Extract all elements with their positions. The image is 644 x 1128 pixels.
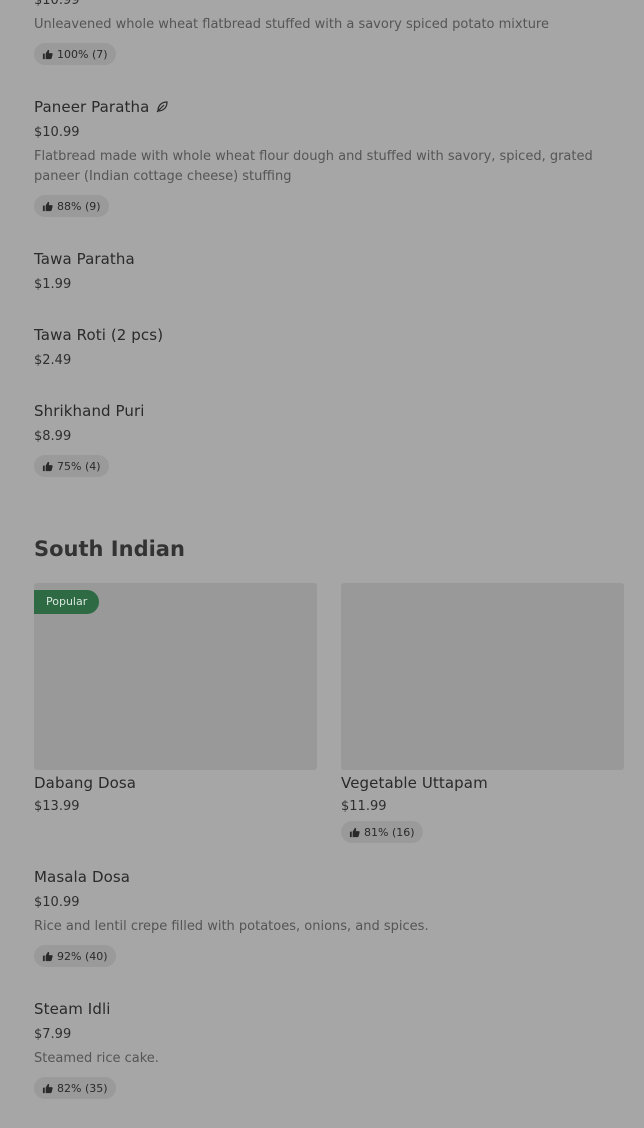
item-description: Flatbread made with whole wheat flour do…: [34, 149, 593, 164]
card-price: $13.99: [34, 799, 80, 814]
menu-item-tawa-paratha[interactable]: Tawa Paratha: [34, 250, 135, 268]
rating-badge: 75% (4): [34, 455, 109, 477]
menu-item-steam-idli[interactable]: Steam Idli: [34, 1000, 110, 1018]
item-description: Rice and lentil crepe filled with potato…: [34, 919, 429, 934]
rating-text: 81% (16): [364, 825, 415, 839]
thumbs-up-icon: [42, 461, 53, 471]
rating-badge: 88% (9): [34, 195, 109, 217]
rating-badge: 82% (35): [34, 1077, 116, 1099]
item-price: $2.49: [34, 353, 72, 368]
thumbs-up-icon: [42, 201, 53, 211]
rating-text: 92% (40): [57, 949, 108, 963]
rating-text: 88% (9): [57, 199, 101, 213]
popular-badge: Popular: [34, 590, 100, 614]
menu-item-shrikhand-puri[interactable]: Shrikhand Puri: [34, 402, 145, 420]
item-price: $10.99: [34, 0, 80, 8]
item-description: Steamed rice cake.: [34, 1051, 159, 1066]
item-price: $8.99: [34, 429, 72, 444]
rating-text: 75% (4): [57, 459, 101, 473]
item-price: $1.99: [34, 277, 72, 292]
item-price: $10.99: [34, 125, 80, 140]
item-price: $10.99: [34, 895, 80, 910]
rating-text: 100% (7): [57, 47, 108, 61]
item-description: paneer (Indian cottage cheese) stuffing: [34, 169, 292, 184]
thumbs-up-icon: [42, 1083, 53, 1093]
section-title: South Indian: [34, 537, 185, 561]
menu-item-paneer-paratha[interactable]: Paneer Paratha: [34, 97, 169, 116]
card-title[interactable]: Dabang Dosa: [34, 774, 136, 792]
card-price: $11.99: [341, 799, 387, 814]
rating-badge: 81% (16): [341, 821, 423, 843]
menu-page: $10.99 Unleavened whole wheat flatbread …: [0, 0, 644, 1128]
item-price: $7.99: [34, 1027, 72, 1042]
thumbs-up-icon: [42, 951, 53, 961]
leaf-icon: [157, 101, 169, 113]
card-title[interactable]: Vegetable Uttapam: [341, 774, 488, 792]
rating-badge: 92% (40): [34, 945, 116, 967]
item-name: Paneer Paratha: [34, 98, 150, 116]
thumbs-up-icon: [42, 49, 53, 59]
dish-image[interactable]: [341, 583, 624, 770]
menu-item-tawa-roti[interactable]: Tawa Roti (2 pcs): [34, 326, 163, 344]
rating-text: 82% (35): [57, 1081, 108, 1095]
rating-badge: 100% (7): [34, 43, 116, 65]
item-description: Unleavened whole wheat flatbread stuffed…: [34, 17, 549, 32]
thumbs-up-icon: [349, 827, 360, 837]
menu-item-masala-dosa[interactable]: Masala Dosa: [34, 868, 130, 886]
